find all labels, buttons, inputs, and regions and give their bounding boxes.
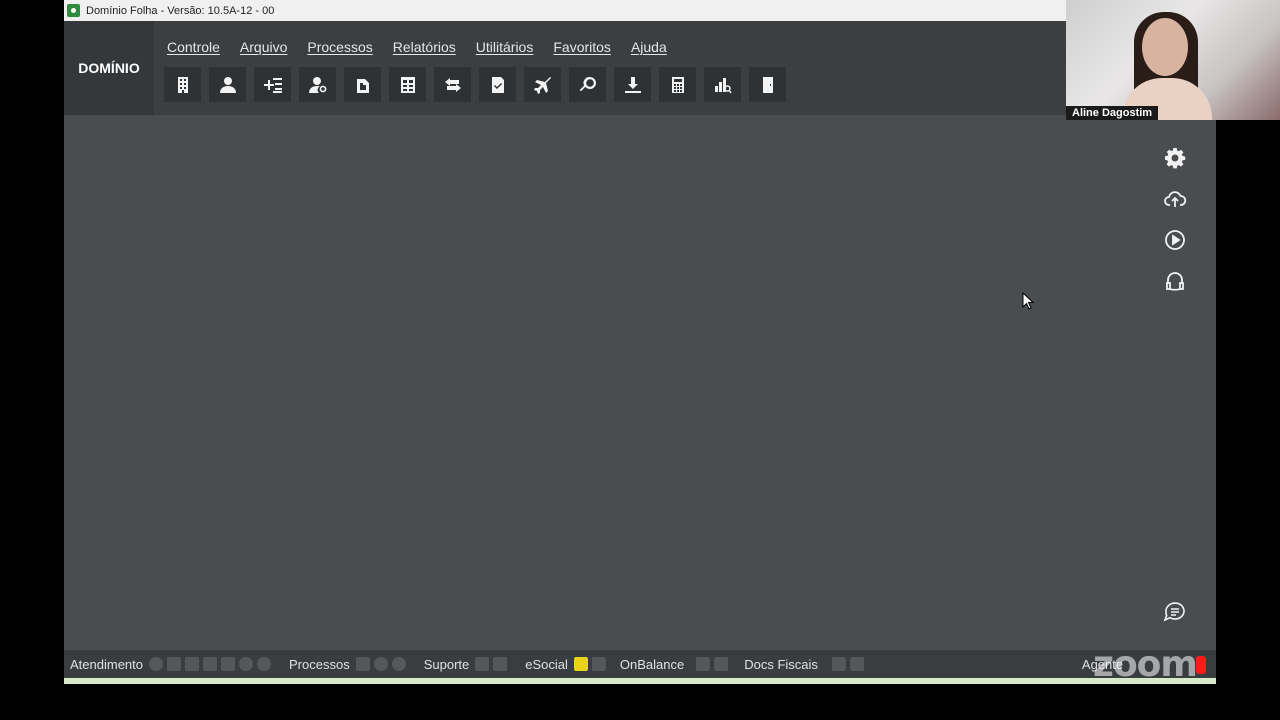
list-small-icon[interactable] <box>185 657 199 671</box>
toolbar-empregados-button[interactable] <box>209 67 246 102</box>
menu-bar: Controle Arquivo Processos Relatórios Ut… <box>167 39 687 55</box>
bottom-border <box>64 678 1216 684</box>
gear-icon <box>1165 148 1186 169</box>
calculator-icon <box>671 76 684 93</box>
play-icon <box>1165 230 1185 250</box>
person-small-icon[interactable] <box>203 657 217 671</box>
menu-arquivo[interactable]: Arquivo <box>240 39 287 55</box>
menu-relatorios[interactable]: Relatórios <box>393 39 456 55</box>
person-search-icon <box>308 76 326 93</box>
toolbar-report-button[interactable] <box>704 67 741 102</box>
video-thumbnail: Aline Dagostim <box>1066 0 1280 120</box>
person-icon <box>219 76 236 93</box>
mail-small-icon[interactable] <box>696 657 711 671</box>
toolbar-calculo-button[interactable] <box>389 67 426 102</box>
search-icon <box>579 76 596 91</box>
participant-name: Aline Dagostim <box>1066 106 1159 120</box>
status-suporte[interactable]: Suporte <box>424 657 470 672</box>
toolbar-document-check-button[interactable] <box>479 67 516 102</box>
toolbar-document-button[interactable] <box>344 67 381 102</box>
status-atendimento[interactable]: Atendimento <box>70 657 143 672</box>
door-exit-icon <box>762 76 773 93</box>
chat-bubble-icon <box>1163 602 1185 622</box>
toolbar <box>164 67 794 102</box>
status-esocial[interactable]: eSocial <box>525 657 568 672</box>
toolbar-search-button[interactable] <box>569 67 606 102</box>
download-small-icon[interactable] <box>475 657 490 671</box>
chat-button[interactable] <box>1157 594 1193 630</box>
toolbar-add-list-button[interactable] <box>254 67 291 102</box>
toolbar-transfer-button[interactable] <box>434 67 471 102</box>
title-bar: Domínio Folha - Versão: 10.5A-12 - 00 <box>64 0 1066 21</box>
recording-indicator <box>1196 656 1206 674</box>
document-small-icon[interactable] <box>493 657 508 671</box>
chat-small-icon[interactable] <box>167 657 181 671</box>
building-icon <box>177 76 188 93</box>
document-check-icon <box>491 76 504 93</box>
toolbar-empresas-button[interactable] <box>164 67 201 102</box>
headset-icon <box>1166 272 1184 291</box>
cloud-upload-icon <box>1164 191 1187 207</box>
toolbar-calculator-button[interactable] <box>659 67 696 102</box>
menu-ajuda[interactable]: Ajuda <box>631 39 667 55</box>
grid-small-icon[interactable] <box>849 657 864 671</box>
window-title: Domínio Folha - Versão: 10.5A-12 - 00 <box>86 4 275 17</box>
status-bar: Atendimento Processos Suporte eSocial On… <box>64 650 1216 678</box>
esocial-alert-icon[interactable] <box>573 657 588 671</box>
toolbar-exit-button[interactable] <box>749 67 786 102</box>
zoom-watermark: zoom <box>1093 644 1198 685</box>
circle-small-icon[interactable] <box>391 657 406 671</box>
app-window: Domínio Folha - Versão: 10.5A-12 - 00 DO… <box>64 0 1216 684</box>
menu-controle[interactable]: Controle <box>167 39 220 55</box>
status-docs-fiscais[interactable]: Docs Fiscais <box>744 657 818 672</box>
header: DOMÍNIO Controle Arquivo Processos Relat… <box>64 21 1216 115</box>
monitor-small-icon[interactable] <box>831 657 846 671</box>
right-panel <box>1157 140 1193 304</box>
app-logo-icon <box>67 4 80 17</box>
circle-small-icon[interactable] <box>257 657 271 671</box>
play-small-icon[interactable] <box>149 657 163 671</box>
document-fold-icon <box>356 78 369 93</box>
menu-processos[interactable]: Processos <box>307 39 372 55</box>
toolbar-download-button[interactable] <box>614 67 651 102</box>
circle-small-icon[interactable] <box>373 657 388 671</box>
status-onbalance[interactable]: OnBalance <box>620 657 684 672</box>
mouse-cursor-icon <box>1022 292 1034 310</box>
document-small-icon[interactable] <box>591 657 606 671</box>
download-small-icon[interactable] <box>714 657 729 671</box>
cloud-upload-button[interactable] <box>1157 181 1193 217</box>
support-button[interactable] <box>1157 263 1193 299</box>
toolbar-person-search-button[interactable] <box>299 67 336 102</box>
check-small-icon[interactable] <box>355 657 370 671</box>
report-chart-icon <box>714 77 732 93</box>
download-icon <box>624 76 641 93</box>
circle-small-icon[interactable] <box>239 657 253 671</box>
toolbar-ferias-button[interactable] <box>524 67 561 102</box>
add-list-icon <box>263 77 282 93</box>
menu-utilitarios[interactable]: Utilitários <box>476 39 534 55</box>
participant-face <box>1142 18 1188 76</box>
play-button[interactable] <box>1157 222 1193 258</box>
transfer-icon <box>444 77 461 92</box>
airplane-icon <box>533 76 551 94</box>
status-processos[interactable]: Processos <box>289 657 350 672</box>
brand-logo: DOMÍNIO <box>64 21 154 115</box>
monitor-small-icon[interactable] <box>221 657 235 671</box>
calculator-sheet-icon <box>400 76 415 93</box>
settings-button[interactable] <box>1157 140 1193 176</box>
menu-favoritos[interactable]: Favoritos <box>553 39 611 55</box>
